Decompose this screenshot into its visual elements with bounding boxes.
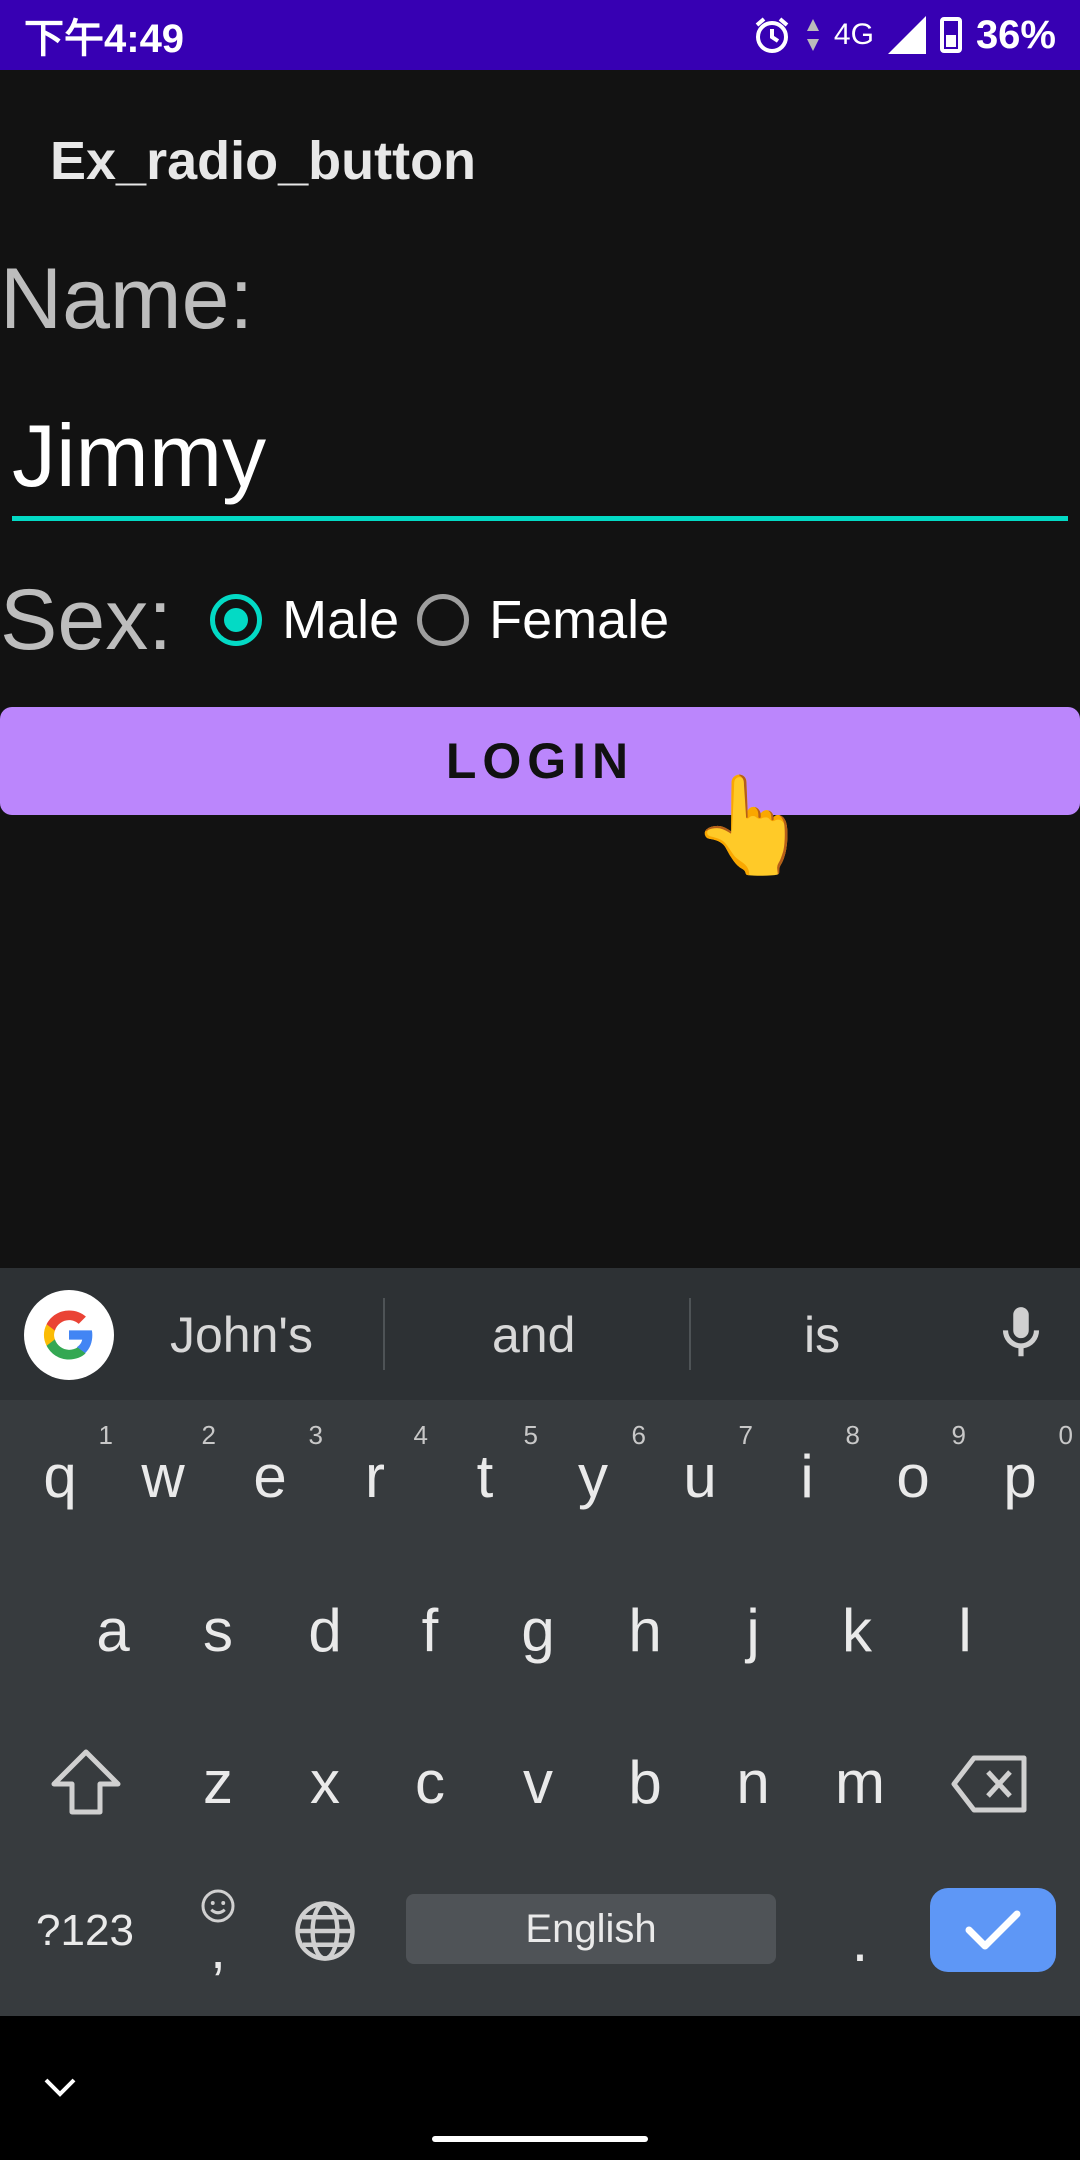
- navigation-bar: [0, 2016, 1080, 2160]
- name-input[interactable]: [12, 395, 1068, 521]
- symbols-key[interactable]: ?123: [30, 1906, 140, 1956]
- key-j[interactable]: j: [708, 1596, 798, 1665]
- period-key[interactable]: .: [815, 1906, 905, 1975]
- sex-label: Sex:: [0, 571, 173, 668]
- battery-icon: [939, 17, 962, 53]
- suggestion-3[interactable]: is: [804, 1306, 840, 1364]
- google-logo-icon[interactable]: [24, 1290, 114, 1380]
- app-bar: Ex_radio_button: [0, 70, 1080, 250]
- radio-female-indicator: [417, 594, 470, 646]
- alarm-icon: [755, 17, 789, 53]
- microphone-icon[interactable]: [990, 1302, 1052, 1364]
- status-icons: 4G 36%: [752, 13, 1056, 58]
- key-n[interactable]: n: [708, 1748, 798, 1817]
- key-c[interactable]: c: [385, 1748, 475, 1817]
- key-h[interactable]: h: [600, 1596, 690, 1665]
- sex-row: Sex: Male Female: [0, 560, 687, 680]
- key-y[interactable]: y6: [548, 1420, 646, 1511]
- key-l[interactable]: l: [920, 1596, 1010, 1665]
- suggestion-1[interactable]: John's: [170, 1306, 313, 1364]
- suggestion-2[interactable]: and: [492, 1306, 575, 1364]
- key-x[interactable]: x: [280, 1748, 370, 1817]
- status-bar: 下午4:49 4G 36%: [0, 0, 1080, 70]
- radio-female[interactable]: Female: [417, 589, 669, 651]
- key-t[interactable]: t5: [440, 1420, 538, 1511]
- key-w[interactable]: w2: [118, 1420, 216, 1511]
- key-e[interactable]: e3: [225, 1420, 323, 1511]
- key-b[interactable]: b: [600, 1748, 690, 1817]
- battery-percent: 36%: [975, 12, 1056, 57]
- signal-icon: [887, 16, 926, 54]
- suggestion-bar: John's and is: [0, 1268, 1080, 1400]
- suggestion-divider: [383, 1298, 385, 1370]
- chevron-down-icon[interactable]: [42, 2076, 78, 2100]
- radio-female-label: Female: [489, 590, 670, 650]
- backspace-icon[interactable]: [950, 1752, 1030, 1816]
- key-k[interactable]: k: [812, 1596, 902, 1665]
- shift-icon[interactable]: [48, 1746, 124, 1818]
- status-time: 下午4:49: [24, 17, 185, 61]
- key-z[interactable]: z: [173, 1748, 263, 1817]
- key-r[interactable]: r4: [330, 1420, 428, 1511]
- home-handle[interactable]: [432, 2136, 648, 2142]
- key-d[interactable]: d: [280, 1596, 370, 1665]
- key-a[interactable]: a: [68, 1596, 158, 1665]
- data-arrows-icon: [806, 19, 819, 51]
- key-s[interactable]: s: [173, 1596, 263, 1665]
- key-q[interactable]: q1: [15, 1420, 113, 1511]
- pointer-hand-icon: 👆: [690, 772, 810, 879]
- key-p[interactable]: p0: [975, 1420, 1073, 1511]
- key-o[interactable]: o9: [868, 1420, 966, 1511]
- login-button[interactable]: LOGIN: [0, 707, 1080, 815]
- radio-male-indicator: [210, 594, 263, 646]
- globe-icon[interactable]: [292, 1898, 358, 1964]
- network-type: 4G: [833, 18, 874, 51]
- key-u[interactable]: u7: [655, 1420, 753, 1511]
- space-key[interactable]: English: [406, 1894, 776, 1964]
- name-label: Name:: [0, 251, 254, 347]
- radio-male[interactable]: Male: [210, 589, 399, 651]
- enter-key[interactable]: [930, 1888, 1056, 1972]
- key-v[interactable]: v: [493, 1748, 583, 1817]
- checkmark-icon: [965, 1910, 1021, 1950]
- key-f[interactable]: f: [385, 1596, 475, 1665]
- key-g[interactable]: g: [493, 1596, 583, 1665]
- app-title: Ex_radio_button: [50, 131, 477, 191]
- key-m[interactable]: m: [815, 1748, 905, 1817]
- suggestion-divider: [689, 1298, 691, 1370]
- comma-key[interactable]: ,: [173, 1916, 263, 1981]
- radio-male-label: Male: [282, 590, 400, 650]
- key-i[interactable]: i8: [762, 1420, 860, 1511]
